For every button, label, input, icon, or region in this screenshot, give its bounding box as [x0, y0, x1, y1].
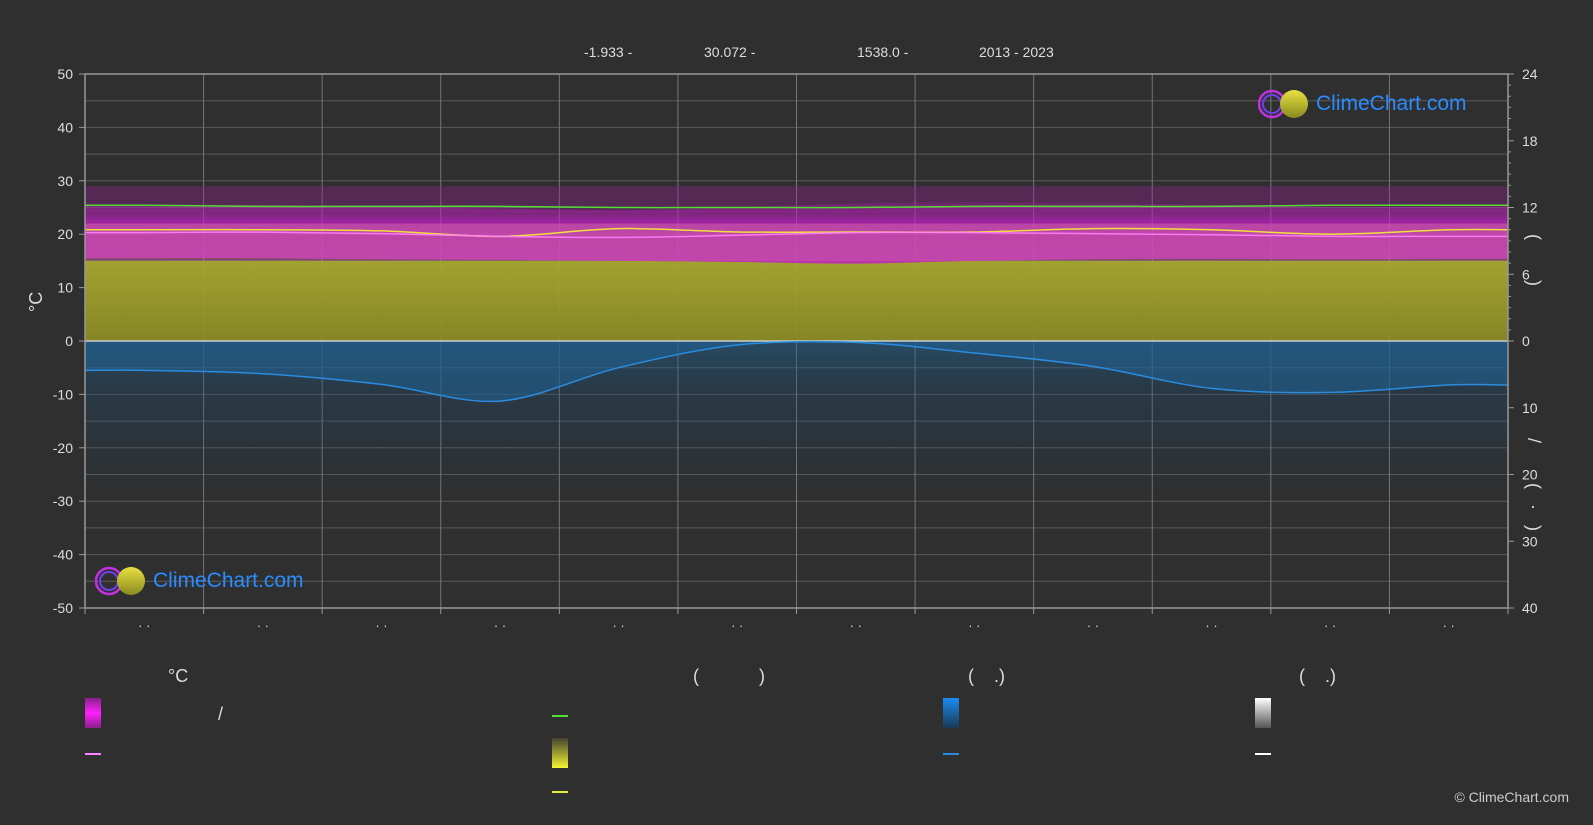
legend-swatch-precip [943, 698, 959, 728]
right-tick-label: 12 [1522, 200, 1538, 216]
right-axis-title-top: ( ) [1524, 234, 1544, 286]
sunshine-area [85, 260, 1508, 341]
left-tick-label: 50 [57, 66, 73, 82]
left-tick-label: 20 [57, 226, 73, 242]
brand-logo-top: ClimeChart.com [1258, 88, 1467, 120]
brand-logo-icon [95, 566, 145, 596]
month-label: · · [968, 618, 980, 633]
copyright: © ClimeChart.com [1454, 789, 1569, 805]
left-tick-label: -30 [53, 493, 73, 509]
month-label: · · [1087, 618, 1099, 633]
right-tick-label: 0 [1522, 333, 1530, 349]
left-tick-label: 10 [57, 280, 73, 296]
month-label: · · [731, 618, 743, 633]
month-label: · · [375, 618, 387, 633]
month-label: · · [1205, 618, 1217, 633]
legend-swatch-temp-range [85, 698, 101, 728]
right-tick-label: 10 [1522, 400, 1538, 416]
legend-head-snow: ( .) [1299, 666, 1336, 686]
right-tick-label: 18 [1522, 133, 1538, 149]
month-label: · · [850, 618, 862, 633]
legend-head-sunshine: ( ) [693, 666, 765, 686]
brand-logo-text: ClimeChart.com [1316, 92, 1467, 115]
legend-swatch-sunshine [552, 738, 568, 768]
climate-chart: 50403020100-10-20-30-40-5024181260102030… [53, 66, 1538, 793]
legend-sub-temperature: / [218, 704, 224, 724]
legend-swatch-snow [1255, 698, 1271, 728]
right-tick-label: 40 [1522, 600, 1538, 616]
right-axis-title-bottom: / ( · ) [1524, 438, 1544, 531]
left-tick-label: -10 [53, 386, 73, 402]
left-tick-label: -20 [53, 440, 73, 456]
brand-logo-icon [1258, 89, 1308, 119]
legend-head-precip: ( .) [968, 666, 1005, 686]
brand-logo-bottom: ClimeChart.com [95, 565, 304, 597]
left-tick-label: 0 [65, 333, 73, 349]
right-tick-label: 24 [1522, 66, 1538, 82]
header-elevation: 1538.0 - [857, 44, 909, 60]
month-label: · · [494, 618, 506, 633]
chart-areas [85, 186, 1508, 488]
left-tick-label: 40 [57, 119, 73, 135]
header-longitude: 30.072 - [704, 44, 756, 60]
left-axis-title: °C [26, 291, 46, 312]
month-label: · · [138, 618, 150, 633]
month-label: · · [1443, 618, 1455, 633]
left-tick-label: 30 [57, 173, 73, 189]
header-years: 2013 - 2023 [979, 44, 1054, 60]
month-label: · · [257, 618, 269, 633]
left-tick-label: -40 [53, 547, 73, 563]
legend-head-temperature: °C [168, 666, 189, 686]
header-latitude: -1.933 - [584, 44, 633, 60]
brand-logo-text: ClimeChart.com [153, 569, 304, 592]
left-tick-label: -50 [53, 600, 73, 616]
month-label: · · [1324, 618, 1336, 633]
right-tick-label: 30 [1522, 533, 1538, 549]
month-label: · · [612, 618, 624, 633]
